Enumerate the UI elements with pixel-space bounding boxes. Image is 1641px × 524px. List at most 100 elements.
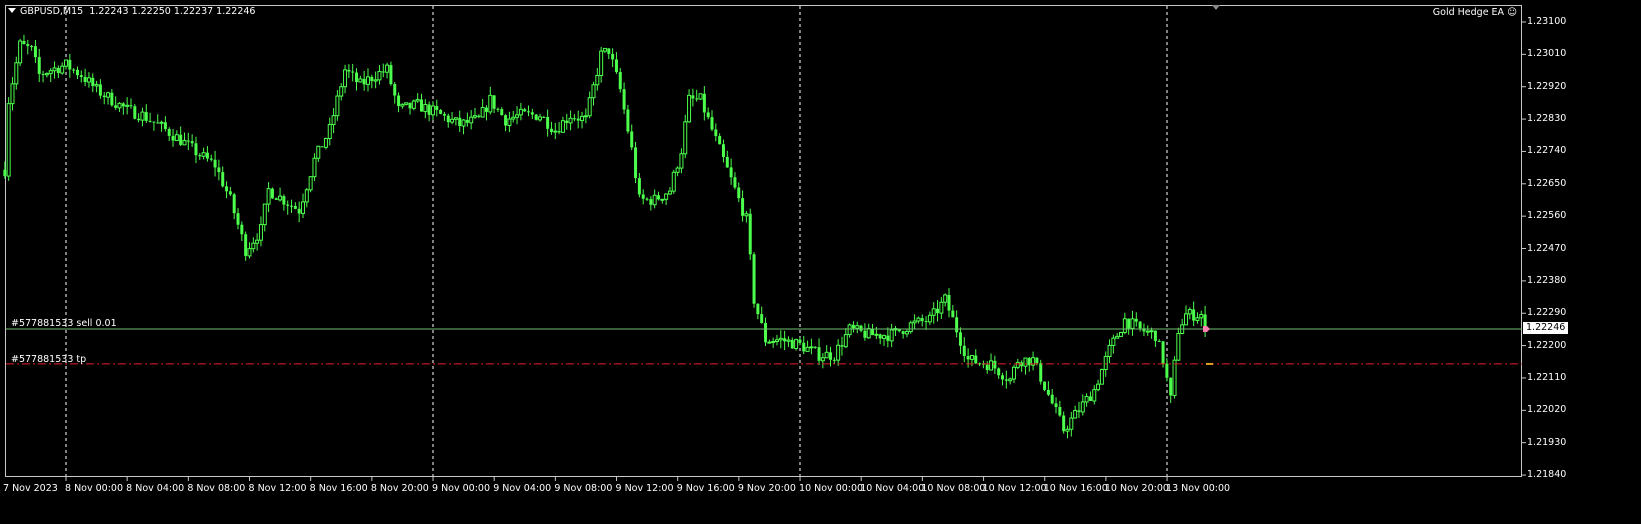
ohlc-values: 1.22243 1.22250 1.22237 1.22246 bbox=[89, 6, 256, 17]
candle-bear bbox=[179, 134, 183, 145]
candle-bull bbox=[343, 69, 348, 88]
candle-bear bbox=[527, 111, 531, 113]
candle-bull bbox=[339, 86, 344, 97]
candle-bull bbox=[671, 171, 676, 192]
candle-bull bbox=[537, 116, 542, 121]
price-label: 1.22470 bbox=[1527, 242, 1567, 254]
candle-bull bbox=[1011, 366, 1016, 380]
candle-bull bbox=[820, 357, 825, 362]
price-label: 1.22110 bbox=[1527, 371, 1567, 383]
candle-bull bbox=[866, 328, 871, 339]
candle-bear bbox=[817, 347, 821, 361]
candle-bull bbox=[855, 325, 860, 329]
candle-bear bbox=[1127, 318, 1131, 329]
candle-bull bbox=[1073, 409, 1078, 419]
candle-bull bbox=[667, 190, 672, 195]
price-chart[interactable] bbox=[0, 0, 1641, 524]
candle-bear bbox=[523, 109, 527, 112]
candle-bull bbox=[805, 346, 810, 352]
candle-bull bbox=[94, 83, 99, 87]
candle-bear bbox=[951, 310, 955, 318]
candle-bear bbox=[813, 346, 817, 348]
candle-bear bbox=[649, 199, 653, 205]
candle-bull bbox=[1092, 389, 1097, 402]
expert-advisor-label[interactable]: Gold Hedge EA ☺ bbox=[1433, 7, 1517, 18]
candle-bear bbox=[546, 117, 550, 129]
candle-bull bbox=[335, 95, 340, 117]
candle-bear bbox=[236, 213, 240, 225]
candle-bear bbox=[947, 294, 951, 311]
candle-bull bbox=[247, 248, 252, 257]
candle-bull bbox=[469, 116, 474, 124]
price-label: 1.22290 bbox=[1527, 307, 1567, 319]
candle-bull bbox=[266, 188, 271, 205]
candle-bull bbox=[327, 124, 332, 140]
candle-bear bbox=[393, 84, 397, 96]
candle-bear bbox=[102, 95, 106, 98]
time-label: 9 Nov 16:00 bbox=[676, 483, 735, 494]
candle-bull bbox=[373, 79, 378, 82]
candle-bear bbox=[840, 345, 844, 347]
time-label: 8 Nov 16:00 bbox=[309, 483, 368, 494]
sell-arrow-icon bbox=[1203, 326, 1210, 333]
candle-bear bbox=[41, 73, 45, 75]
candle-bear bbox=[351, 71, 355, 73]
candle-bull bbox=[404, 102, 409, 105]
candle-bear bbox=[878, 334, 882, 339]
candle-bull bbox=[939, 301, 944, 314]
candle-bull bbox=[461, 119, 466, 127]
candle-bear bbox=[171, 135, 175, 141]
candle-bear bbox=[626, 109, 630, 132]
candle-bear bbox=[144, 112, 148, 121]
candle-bull bbox=[117, 102, 122, 109]
candle-bull bbox=[595, 75, 600, 86]
candle-bull bbox=[1119, 332, 1124, 337]
candle-bear bbox=[832, 359, 836, 361]
candle-bear bbox=[714, 129, 718, 137]
candle-bear bbox=[137, 118, 141, 121]
candle-bear bbox=[320, 146, 324, 148]
candle-bull bbox=[308, 176, 313, 191]
time-label: 8 Nov 12:00 bbox=[248, 483, 307, 494]
candle-bear bbox=[56, 67, 60, 74]
candle-bear bbox=[1192, 309, 1196, 321]
candle-bear bbox=[1001, 375, 1005, 380]
candle-bear bbox=[985, 364, 989, 371]
dropdown-triangle-icon[interactable] bbox=[8, 8, 16, 13]
candle-bear bbox=[362, 78, 366, 85]
candle-bear bbox=[534, 114, 538, 120]
candle-bear bbox=[347, 69, 351, 72]
candle-bear bbox=[962, 345, 966, 357]
candle-bull bbox=[794, 339, 799, 349]
tp-order-label[interactable]: #577881533 tp bbox=[11, 354, 86, 365]
candle-bull bbox=[258, 224, 263, 241]
candle-bull bbox=[518, 108, 523, 116]
candle-bear bbox=[955, 317, 959, 333]
candle-bear bbox=[282, 196, 286, 205]
time-label: 9 Nov 20:00 bbox=[737, 483, 796, 494]
candle-bear bbox=[37, 57, 41, 74]
candle-bear bbox=[829, 352, 832, 360]
smiley-face-icon: ☺ bbox=[1507, 7, 1517, 18]
sell-order-label[interactable]: #577881533 sell 0.01 bbox=[11, 318, 117, 329]
candle-bear bbox=[79, 75, 83, 77]
candle-bull bbox=[744, 213, 749, 217]
candle-bear bbox=[1046, 389, 1050, 395]
time-label: 7 Nov 2023 bbox=[3, 483, 58, 494]
candle-bull bbox=[989, 360, 994, 371]
candle-bear bbox=[733, 177, 737, 188]
candle-bear bbox=[572, 118, 576, 120]
candle-bull bbox=[1149, 330, 1154, 333]
time-label: 10 Nov 00:00 bbox=[799, 483, 864, 494]
candle-bull bbox=[675, 167, 680, 173]
candle-bear bbox=[958, 332, 962, 346]
candle-bear bbox=[290, 205, 294, 207]
candle-bull bbox=[415, 98, 420, 102]
candle-bull bbox=[664, 193, 669, 200]
candle-bear bbox=[901, 331, 905, 334]
price-label: 1.22740 bbox=[1527, 145, 1567, 157]
candle-bear bbox=[297, 208, 301, 214]
candle-bear bbox=[446, 115, 450, 123]
candle-bear bbox=[98, 84, 102, 96]
candle-bear bbox=[645, 198, 649, 200]
